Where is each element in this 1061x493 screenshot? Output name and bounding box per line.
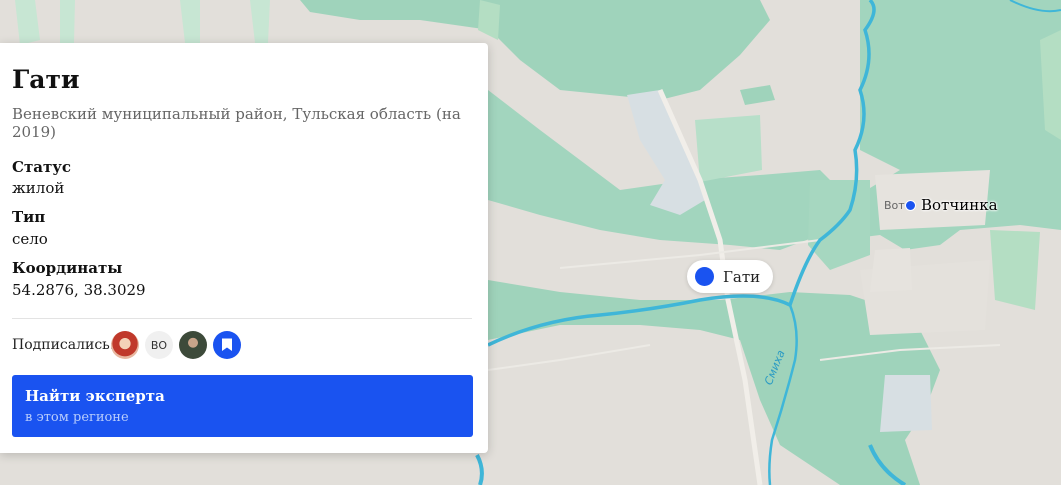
find-expert-button[interactable]: Найти эксперта в этом регионе	[12, 375, 473, 437]
selected-place-marker[interactable]: Гати	[687, 260, 774, 293]
settlement-marker-votchinka[interactable]: Вотчинка	[905, 196, 998, 214]
find-expert-subtitle: в этом регионе	[25, 410, 129, 425]
type-label: Тип	[12, 208, 46, 226]
type-value: село	[12, 230, 48, 248]
place-subtitle: Веневский муниципальный район, Тульская …	[12, 105, 461, 141]
marker-dot-icon	[695, 267, 714, 286]
place-title: Гати	[12, 65, 80, 94]
divider	[12, 318, 472, 319]
status-label: Статус	[12, 158, 71, 176]
avatar[interactable]	[179, 331, 207, 359]
avatar-initials[interactable]: ВО	[145, 331, 173, 359]
coordinates-value: 54.2876, 38.3029	[12, 281, 146, 299]
subscribers-label: Подписались:	[12, 337, 115, 353]
find-expert-title: Найти эксперта	[25, 387, 165, 405]
status-value: жилой	[12, 179, 65, 197]
bookmark-button[interactable]	[213, 331, 241, 359]
settlement-marker-label: Вотчинка	[921, 196, 998, 214]
place-info-panel: Гати Веневский муниципальный район, Туль…	[0, 43, 488, 453]
coordinates-label: Координаты	[12, 259, 123, 277]
bookmark-icon	[222, 338, 232, 351]
avatar[interactable]	[111, 331, 139, 359]
basemap-settlement-label: Вот	[884, 199, 905, 212]
selected-place-marker-label: Гати	[723, 267, 761, 286]
marker-dot-icon	[905, 199, 916, 211]
